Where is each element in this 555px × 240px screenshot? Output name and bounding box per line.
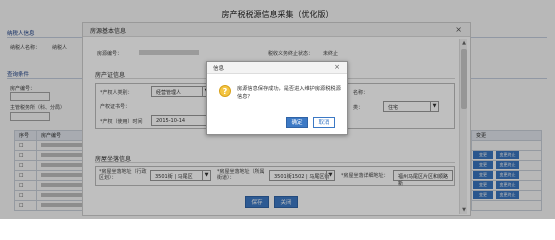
- confirm-button[interactable]: 确定: [286, 117, 308, 128]
- info-dialog: 信息 × ? 房源信息保存成功，是否进入维护房源税税源信息？ 确定 取消: [206, 61, 348, 135]
- question-icon: ?: [219, 85, 231, 97]
- dialog-header: 信息 ×: [207, 62, 347, 74]
- close-icon[interactable]: ×: [334, 63, 340, 72]
- cancel-button[interactable]: 取消: [313, 117, 335, 128]
- dialog-message: 房源信息保存成功，是否进入维护房源税税源信息？: [237, 86, 341, 100]
- dialog-title: 信息: [213, 66, 225, 72]
